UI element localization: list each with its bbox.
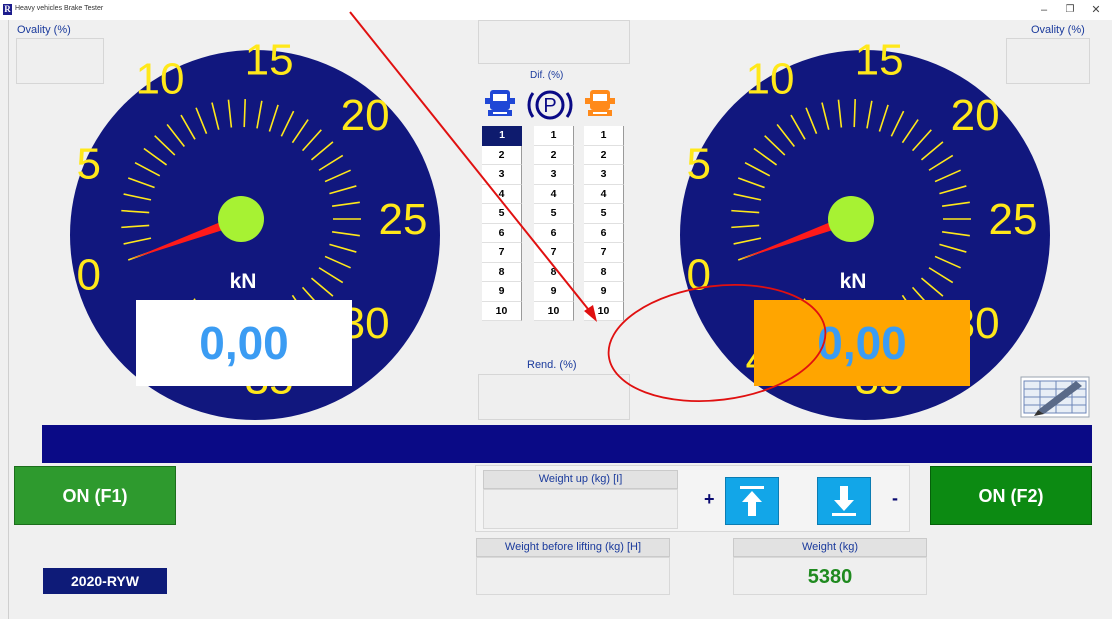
close-button[interactable]: ✕ xyxy=(1086,2,1106,18)
axle-cell[interactable]: 10 xyxy=(482,301,522,321)
axle-cell[interactable]: 8 xyxy=(584,262,624,282)
gauge-tick-label: 10 xyxy=(746,55,795,104)
weight-up-label: Weight up (kg) [I] xyxy=(483,470,678,489)
truck-orange-icon[interactable] xyxy=(582,86,622,122)
axle-cell[interactable]: 2 xyxy=(534,145,574,165)
left-force-display: 0,00 xyxy=(136,300,352,386)
weight-up-field[interactable] xyxy=(483,489,678,529)
gauge-hub xyxy=(828,196,874,242)
weight-before-label: Weight before lifting (kg) [H] xyxy=(476,538,670,557)
axle-cell[interactable]: 4 xyxy=(534,184,574,204)
axle-cell[interactable]: 7 xyxy=(482,243,522,263)
gauge-tick-label: 0 xyxy=(77,250,101,299)
axle-cell[interactable]: 8 xyxy=(482,262,522,282)
right-force-display: 0,00 xyxy=(754,300,970,386)
dif-label: Dif. (%) xyxy=(530,70,564,81)
axle-cell[interactable]: 7 xyxy=(584,243,624,263)
axle-cell[interactable]: 3 xyxy=(482,165,522,185)
status-bar xyxy=(42,425,1092,463)
weight-value: 5380 xyxy=(733,557,927,595)
axle-cell[interactable]: 5 xyxy=(584,204,624,224)
parking-brake-icon[interactable]: P xyxy=(527,86,573,124)
gauge-tick-label: 10 xyxy=(136,55,185,104)
arrow-down-icon xyxy=(832,486,856,516)
window-title: Heavy vehicles Brake Tester xyxy=(15,5,104,12)
gauge-tick-label: 5 xyxy=(687,140,711,189)
axle-column-parking: 1 2 3 4 5 6 7 8 9 10 xyxy=(534,126,574,321)
weight-label: Weight (kg) xyxy=(733,538,927,557)
gauge-hub xyxy=(218,196,264,242)
minimize-button[interactable]: – xyxy=(1034,2,1054,18)
report-edit-icon[interactable] xyxy=(1020,376,1090,418)
axle-cell[interactable]: 5 xyxy=(534,204,574,224)
axle-cell[interactable]: 9 xyxy=(482,282,522,302)
weight-down-button[interactable] xyxy=(817,477,871,525)
left-force-gauge: 0510152025303540 kN 0,00 xyxy=(45,20,465,420)
restore-button[interactable]: ❐ xyxy=(1060,2,1080,18)
axle-cell[interactable]: 9 xyxy=(534,282,574,302)
plate-number: 2020-RYW xyxy=(43,568,167,594)
axle-cell[interactable]: 6 xyxy=(534,223,574,243)
on-f2-button[interactable]: ON (F2) xyxy=(930,466,1092,525)
minus-sign: - xyxy=(892,488,898,508)
on-f1-button[interactable]: ON (F1) xyxy=(14,466,176,525)
axle-cell[interactable]: 4 xyxy=(584,184,624,204)
gauge-tick-label: 25 xyxy=(989,195,1038,244)
axle-cell[interactable]: 6 xyxy=(482,223,522,243)
axle-column-orange: 1 2 3 4 5 6 7 8 9 10 xyxy=(584,126,624,321)
right-force-gauge: 0510152025303540 kN 0,00 xyxy=(655,20,1075,420)
axle-cell[interactable]: 5 xyxy=(482,204,522,224)
truck-blue-icon[interactable] xyxy=(482,86,522,122)
rend-value-field xyxy=(478,374,630,420)
gauge-tick-label: 25 xyxy=(379,195,428,244)
title-bar xyxy=(0,0,1112,20)
gauge-tick xyxy=(853,99,856,128)
axle-cell[interactable]: 2 xyxy=(584,145,624,165)
weight-before-field[interactable] xyxy=(476,557,670,595)
axle-cell[interactable]: 2 xyxy=(482,145,522,165)
weight-up-button[interactable] xyxy=(725,477,779,525)
axle-cell[interactable]: 3 xyxy=(584,165,624,185)
plus-sign: + xyxy=(704,489,715,509)
axle-cell[interactable]: 8 xyxy=(534,262,574,282)
gauge-tick-label: 15 xyxy=(245,35,294,84)
gauge-tick-label: 20 xyxy=(341,91,390,140)
gauge-tick xyxy=(243,99,246,128)
gauge-unit-label: kN xyxy=(230,270,257,293)
frame-border xyxy=(8,20,9,619)
rend-label: Rend. (%) xyxy=(527,359,577,371)
axle-cell[interactable]: 1 xyxy=(534,126,574,146)
svg-text:P: P xyxy=(543,95,556,117)
gauge-tick-label: 15 xyxy=(855,35,904,84)
app-logo: R xyxy=(3,4,12,15)
axle-cell[interactable]: 6 xyxy=(584,223,624,243)
axle-cell[interactable]: 1 xyxy=(584,126,624,146)
arrow-up-icon xyxy=(740,486,764,516)
axle-cell[interactable]: 7 xyxy=(534,243,574,263)
axle-cell[interactable]: 4 xyxy=(482,184,522,204)
axle-column-blue: 1 2 3 4 5 6 7 8 9 10 xyxy=(482,126,522,321)
axle-cell[interactable]: 10 xyxy=(584,301,624,321)
gauge-unit-label: kN xyxy=(840,270,867,293)
axle-cell[interactable]: 10 xyxy=(534,301,574,321)
gauge-tick-label: 5 xyxy=(77,140,101,189)
axle-cell[interactable]: 1 xyxy=(482,126,522,146)
axle-cell[interactable]: 3 xyxy=(534,165,574,185)
dif-value-field xyxy=(478,20,630,64)
axle-cell[interactable]: 9 xyxy=(584,282,624,302)
gauge-tick-label: 20 xyxy=(951,91,1000,140)
gauge-tick-label: 0 xyxy=(687,250,711,299)
